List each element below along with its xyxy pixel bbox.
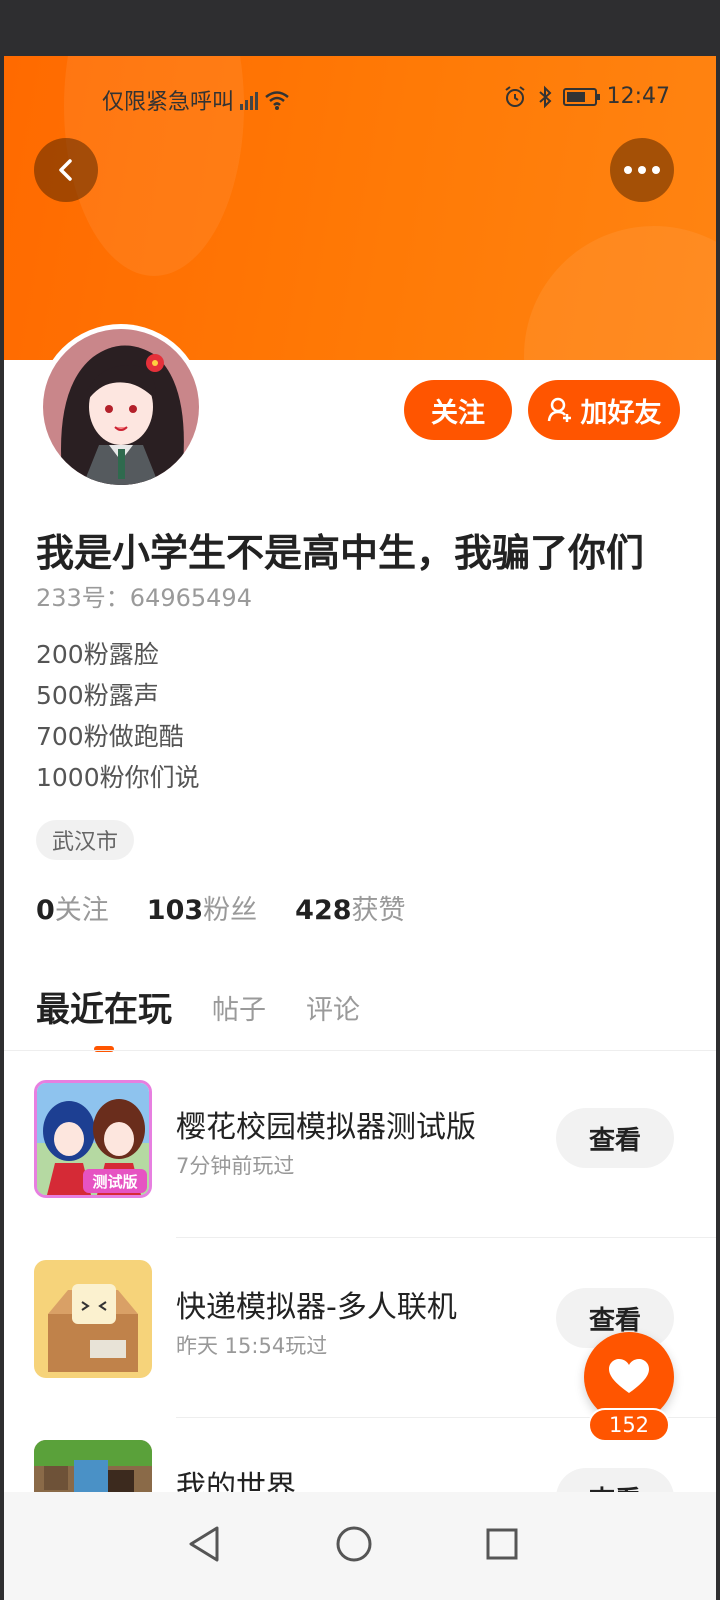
game-last-played: 7分钟前玩过 [176, 1154, 295, 1178]
nickname: 我是小学生不是高中生，我骗了你们 [36, 531, 645, 575]
view-button[interactable]: 查看 [556, 1108, 674, 1168]
likes-label: 获赞 [351, 895, 406, 926]
app-screen: 仅限紧急呼叫 12:47 关注 加好友 我是小学生不是高中生，我骗了你们 233… [4, 56, 716, 1600]
home-circle-icon [336, 1526, 372, 1562]
list-item[interactable]: 测试版 樱花校园模拟器测试版 7分钟前玩过 查看 [4, 1058, 716, 1238]
game-icon-sakura: 测试版 [34, 1080, 152, 1198]
status-bar: 仅限紧急呼叫 12:47 [4, 76, 716, 120]
game-name: 樱花校园模拟器测试版 [176, 1110, 476, 1145]
following-stat[interactable]: 0关注 [36, 888, 109, 927]
clock-text: 12:47 [606, 84, 670, 109]
add-user-icon [547, 397, 571, 422]
likes-count: 428 [295, 895, 352, 926]
recents-square-icon [486, 1528, 518, 1560]
wifi-icon [265, 91, 289, 110]
game-icon-badge: 测试版 [92, 1173, 137, 1191]
game-name: 快递模拟器-多人联机 [176, 1290, 457, 1325]
system-navigation-bar [4, 1492, 716, 1600]
tab-posts[interactable]: 帖子 [212, 988, 266, 1031]
active-tab-indicator [94, 1046, 114, 1052]
bio: 200粉露脸 500粉露声 700粉做跑酷 1000粉你们说 [36, 634, 200, 798]
fans-count: 103 [146, 895, 204, 926]
more-dots-icon [624, 166, 660, 174]
add-friend-label: 加好友 [580, 397, 662, 429]
profile-header-banner: 仅限紧急呼叫 12:47 [4, 56, 716, 360]
bio-line: 500粉露声 [36, 681, 159, 710]
follow-button[interactable]: 关注 [404, 380, 512, 440]
add-friend-button[interactable]: 加好友 [528, 380, 680, 440]
likes-stat: 428获赞 [295, 888, 405, 927]
tab-comments[interactable]: 评论 [306, 988, 360, 1031]
avatar-image [43, 329, 199, 485]
following-count: 0 [36, 895, 55, 926]
chevron-left-icon [59, 159, 72, 181]
nav-back-button[interactable] [174, 1514, 234, 1574]
carrier-text: 仅限紧急呼叫 [102, 90, 235, 115]
game-last-played: 昨天 15:54玩过 [176, 1334, 328, 1358]
following-label: 关注 [54, 895, 109, 926]
nav-recents-button[interactable] [472, 1514, 532, 1574]
nav-home-button[interactable] [324, 1514, 384, 1574]
back-triangle-icon [189, 1526, 219, 1562]
fans-label: 粉丝 [203, 895, 258, 926]
profile-tabs: 最近在玩 帖子 评论 [36, 982, 360, 1031]
follow-label: 关注 [431, 397, 485, 429]
user-id: 233号：64965494 [36, 584, 252, 612]
back-button[interactable] [34, 138, 98, 202]
profile-stats: 0关注 103粉丝 428获赞 [36, 888, 406, 927]
heart-icon [609, 1359, 649, 1393]
tabs-divider [4, 1050, 716, 1051]
location-tag: 武汉市 [36, 820, 135, 860]
like-count: 152 [588, 1408, 670, 1442]
tab-recently-played[interactable]: 最近在玩 [36, 982, 172, 1031]
avatar[interactable] [38, 324, 204, 490]
fans-stat[interactable]: 103粉丝 [147, 888, 257, 927]
bio-line: 700粉做跑酷 [36, 722, 184, 751]
bio-line: 200粉露脸 [36, 640, 159, 669]
signal-icon [240, 90, 259, 110]
battery-icon [562, 87, 600, 106]
more-button[interactable] [610, 138, 674, 202]
bio-line: 1000粉你们说 [36, 763, 200, 792]
game-icon-courier [34, 1260, 152, 1378]
bluetooth-icon [538, 85, 552, 108]
alarm-icon [504, 85, 525, 107]
